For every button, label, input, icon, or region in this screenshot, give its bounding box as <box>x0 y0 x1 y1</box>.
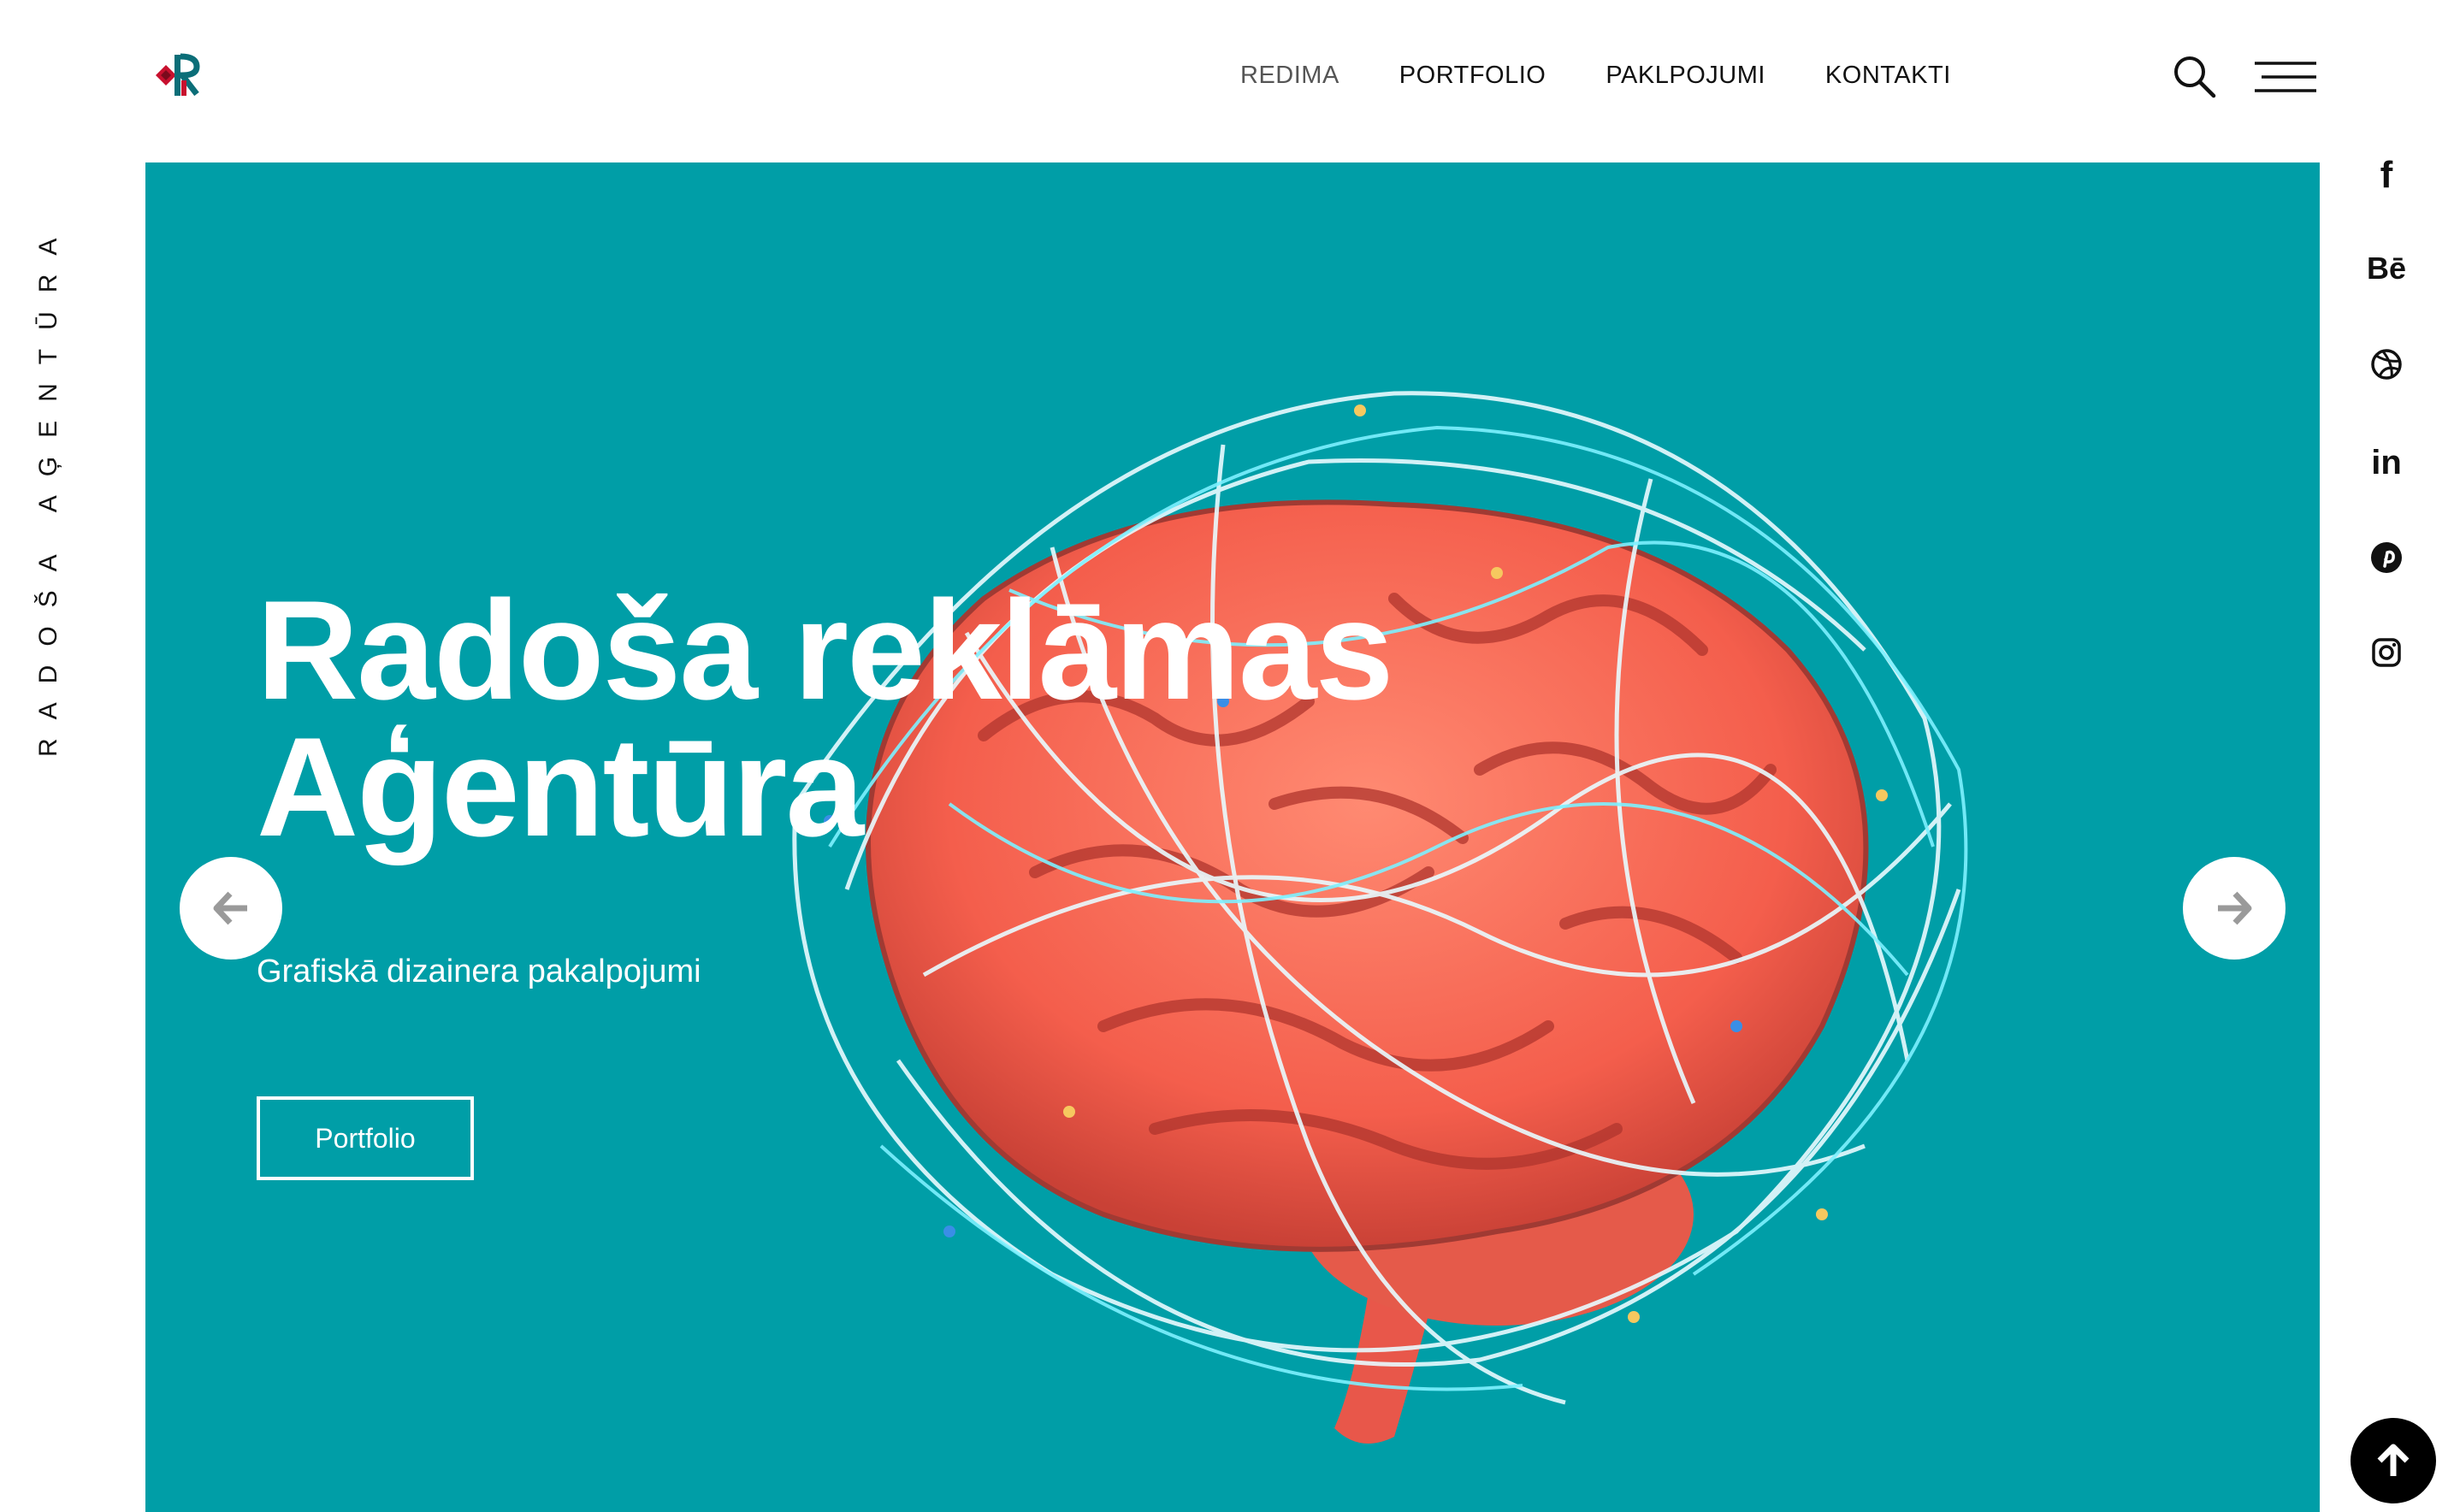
hero-slider: Radoša reklāmas Aģentūra Grafiskā dizain… <box>145 162 2320 1512</box>
instagram-icon[interactable] <box>2344 637 2429 734</box>
logo[interactable] <box>144 50 205 101</box>
back-to-top-button[interactable] <box>2351 1418 2436 1503</box>
portfolio-button[interactable]: Portfolio <box>257 1096 474 1180</box>
main-nav: REDIMA PORTFOLIO PAKLPOJUMI KONTAKTI <box>1240 62 1951 90</box>
search-icon[interactable] <box>2171 53 2217 99</box>
arrow-right-icon[interactable] <box>2183 857 2286 960</box>
facebook-icon[interactable]: f <box>2344 154 2429 251</box>
hero-title-line1: Radoša reklāmas <box>257 571 1393 729</box>
dribbble-icon[interactable] <box>2344 347 2429 444</box>
arrow-up-icon <box>2377 1444 2410 1476</box>
arrow-left-icon[interactable] <box>180 857 282 960</box>
hero-title-line2: Aģentūra <box>257 708 864 865</box>
hero-title: Radoša reklāmas Aģentūra <box>257 580 1393 858</box>
brain-illustration <box>792 391 1968 1444</box>
nav-item-pakalpojumi[interactable]: PAKLPOJUMI <box>1606 62 1765 90</box>
behance-icon[interactable]: Bē <box>2344 251 2429 347</box>
pinterest-icon[interactable] <box>2344 540 2429 637</box>
hero-subtitle: Grafiskā dizainera pakalpojumi <box>257 954 701 989</box>
linkedin-icon[interactable]: in <box>2344 444 2429 540</box>
nav-item-portfolio[interactable]: PORTFOLIO <box>1399 62 1546 90</box>
vertical-tagline: RADOŠA AĢENTŪRA <box>34 219 62 757</box>
nav-item-kontakti[interactable]: KONTAKTI <box>1825 62 1951 90</box>
nav-item-redima[interactable]: REDIMA <box>1240 62 1339 90</box>
hamburger-menu-icon[interactable] <box>2253 60 2318 94</box>
social-links: f Bē in <box>2344 154 2429 734</box>
